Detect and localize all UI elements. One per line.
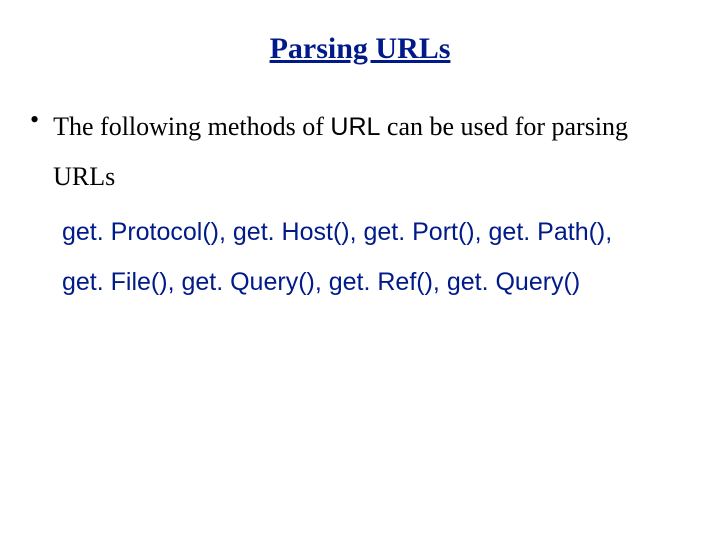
methods-list: get. Protocol(), get. Host(), get. Port(… <box>62 207 690 307</box>
methods-line-2: get. File(), get. Query(), get. Ref(), g… <box>62 257 690 307</box>
bullet-item: • The following methods of URL can be us… <box>30 102 690 201</box>
methods-line-1: get. Protocol(), get. Host(), get. Port(… <box>62 207 690 257</box>
bullet-prefix: The following methods of <box>53 112 330 141</box>
slide-title: Parsing URLs <box>30 32 690 66</box>
bullet-marker: • <box>30 102 39 138</box>
class-name: URL <box>330 113 380 141</box>
bullet-text: The following methods of URL can be used… <box>53 102 690 201</box>
